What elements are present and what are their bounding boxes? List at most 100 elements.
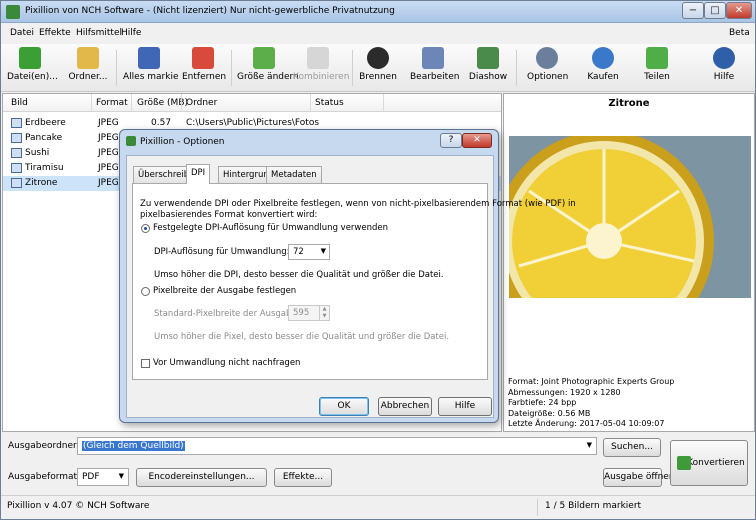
convert-button[interactable]: Konvertieren (670, 440, 748, 486)
menu-beta[interactable]: Beta (729, 28, 750, 38)
combine-button[interactable]: Kombinieren (293, 47, 349, 91)
options-label: Optionen (527, 72, 569, 82)
column-divider[interactable] (131, 94, 132, 112)
close-button[interactable]: ✕ (726, 2, 752, 19)
column-divider[interactable] (310, 94, 311, 112)
file-name: Zitrone (25, 178, 58, 188)
tab-dpi[interactable]: DPI (186, 164, 211, 184)
info-modified: Letzte Änderung: 2017-05-04 10:09:07 (508, 419, 665, 428)
dialog-close-button[interactable]: ✕ (462, 133, 492, 148)
image-file-icon (11, 148, 22, 158)
file-name: Erdbeere (25, 118, 66, 128)
remove-icon (192, 47, 214, 69)
share-button[interactable]: Teilen (639, 47, 675, 91)
resize-label: Größe ändern (237, 72, 299, 82)
no-ask-checkbox[interactable] (141, 359, 150, 368)
output-format-select[interactable]: PDF ▼ (77, 468, 129, 486)
column-divider[interactable] (181, 94, 182, 112)
list-header: Bild Format Größe (MB) Ordner Status (3, 94, 501, 112)
resize-button[interactable]: Größe ändern (237, 47, 299, 91)
dialog-help-text-button[interactable]: Hilfe (438, 397, 492, 416)
col-status[interactable]: Status (315, 98, 344, 108)
fixed-dpi-radio[interactable] (141, 224, 150, 233)
intro-line-2: pixelbasierendes Format konvertiert wird… (140, 210, 318, 220)
help-button[interactable]: Hilfe (707, 47, 741, 91)
burn-button[interactable]: Brennen (359, 47, 397, 91)
select-all-button[interactable]: Alles markie (123, 47, 178, 91)
output-format-value: PDF (82, 472, 100, 482)
status-selection: 1 / 5 Bildern markiert (545, 501, 642, 511)
preview-pane: Zitrone Format: Joint Photographic Exper… (503, 93, 755, 432)
toolbar-separator (116, 50, 117, 86)
menu-effekte[interactable]: Effekte (39, 28, 71, 38)
remove-button[interactable]: Entfernen (182, 47, 226, 91)
file-format: JPEG (98, 148, 119, 158)
file-name: Tiramisu (25, 163, 64, 173)
image-file-icon (11, 118, 22, 128)
col-folder[interactable]: Ordner (186, 98, 217, 108)
effects-button[interactable]: Effekte... (274, 468, 332, 487)
open-output-button[interactable]: Ausgabe öffnen (603, 468, 675, 487)
gear-icon (536, 47, 558, 69)
options-button[interactable]: Optionen (527, 47, 569, 91)
ok-button[interactable]: OK (319, 397, 369, 416)
buy-label: Kaufen (587, 72, 619, 82)
combine-label: Kombinieren (293, 72, 350, 82)
preview-info: Format: Joint Photographic Experts Group… (508, 377, 674, 430)
dpi-select[interactable]: 72 ▼ (288, 244, 330, 260)
pixel-hint: Umso höher die Pixel, desto besser die Q… (154, 332, 450, 342)
image-file-icon (11, 163, 22, 173)
dpi-tab-panel: Zu verwendende DPI oder Pixelbreite fest… (132, 183, 576, 380)
add-folder-button[interactable]: Ordner... (67, 47, 109, 91)
share-icon (646, 47, 668, 69)
slideshow-icon (477, 47, 499, 69)
chevron-down-icon: ▼ (118, 472, 124, 480)
status-version: Pixillion v 4.07 © NCH Software (7, 501, 150, 511)
slideshow-button[interactable]: Diashow (468, 47, 508, 91)
dialog-title: Pixillion - Optionen (140, 137, 225, 147)
info-format: Format: Joint Photographic Experts Group (508, 377, 675, 386)
output-folder-combo[interactable]: (Gleich dem Quellbild) ▼ (77, 437, 597, 455)
app-icon (6, 5, 20, 19)
pixel-width-spinner[interactable]: 595 ▲ ▼ (288, 305, 330, 321)
plus-icon (19, 47, 41, 69)
spinner-arrows-icon[interactable]: ▲ ▼ (319, 306, 329, 320)
fixed-dpi-label[interactable]: Festgelegte DPI-Auflösung für Umwandlung… (153, 223, 388, 234)
window-title: Pixillion von NCH Software - (Nicht lize… (25, 6, 395, 16)
checklist-icon (138, 47, 160, 69)
file-format: JPEG (98, 163, 119, 173)
convert-label: Konvertieren (687, 458, 745, 468)
column-divider[interactable] (91, 94, 92, 112)
cancel-button[interactable]: Abbrechen (378, 397, 432, 416)
pixel-width-radio[interactable] (141, 287, 150, 296)
pixel-label: Standard-Pixelbreite der Ausgabe: (154, 309, 300, 319)
menu-datei[interactable]: Datei (10, 28, 34, 38)
add-files-button[interactable]: Datei(en)... (7, 47, 58, 91)
output-format-label: Ausgabeformat: (8, 472, 81, 482)
col-image[interactable]: Bild (11, 98, 28, 108)
info-file-size: Dateigröße: 0.56 MB (508, 408, 591, 418)
buy-button[interactable]: Kaufen (585, 47, 621, 91)
tab-metadaten[interactable]: Metadaten (266, 166, 322, 183)
maximize-button[interactable]: □ (704, 2, 726, 19)
edit-label: Bearbeiten (410, 72, 460, 82)
menu-hilfsmittel[interactable]: Hilfsmittel (76, 28, 122, 38)
toolbar-separator (231, 50, 232, 86)
help-label: Hilfe (713, 72, 735, 82)
no-ask-label[interactable]: Vor Umwandlung nicht nachfragen (153, 358, 300, 369)
menu-hilfe[interactable]: Hilfe (121, 28, 141, 38)
toolbar: Datei(en)... Ordner... Alles markie Entf… (1, 44, 755, 92)
dialog-help-button[interactable]: ? (440, 133, 462, 148)
preview-image (509, 136, 751, 298)
search-button[interactable]: Suchen... (603, 438, 661, 457)
title-bar[interactable]: Pixillion von NCH Software - (Nicht lize… (1, 1, 755, 23)
folder-plus-icon (77, 47, 99, 69)
toolbar-separator (516, 50, 517, 86)
edit-button[interactable]: Bearbeiten (410, 47, 460, 91)
pixel-width-label[interactable]: Pixelbreite der Ausgabe festlegen (153, 286, 296, 297)
minimize-button[interactable]: − (682, 2, 704, 19)
col-format[interactable]: Format (96, 98, 128, 108)
encoder-settings-button[interactable]: Encodereinstellungen... (136, 468, 267, 487)
column-divider[interactable] (383, 94, 384, 112)
lemon-photo (509, 136, 751, 298)
